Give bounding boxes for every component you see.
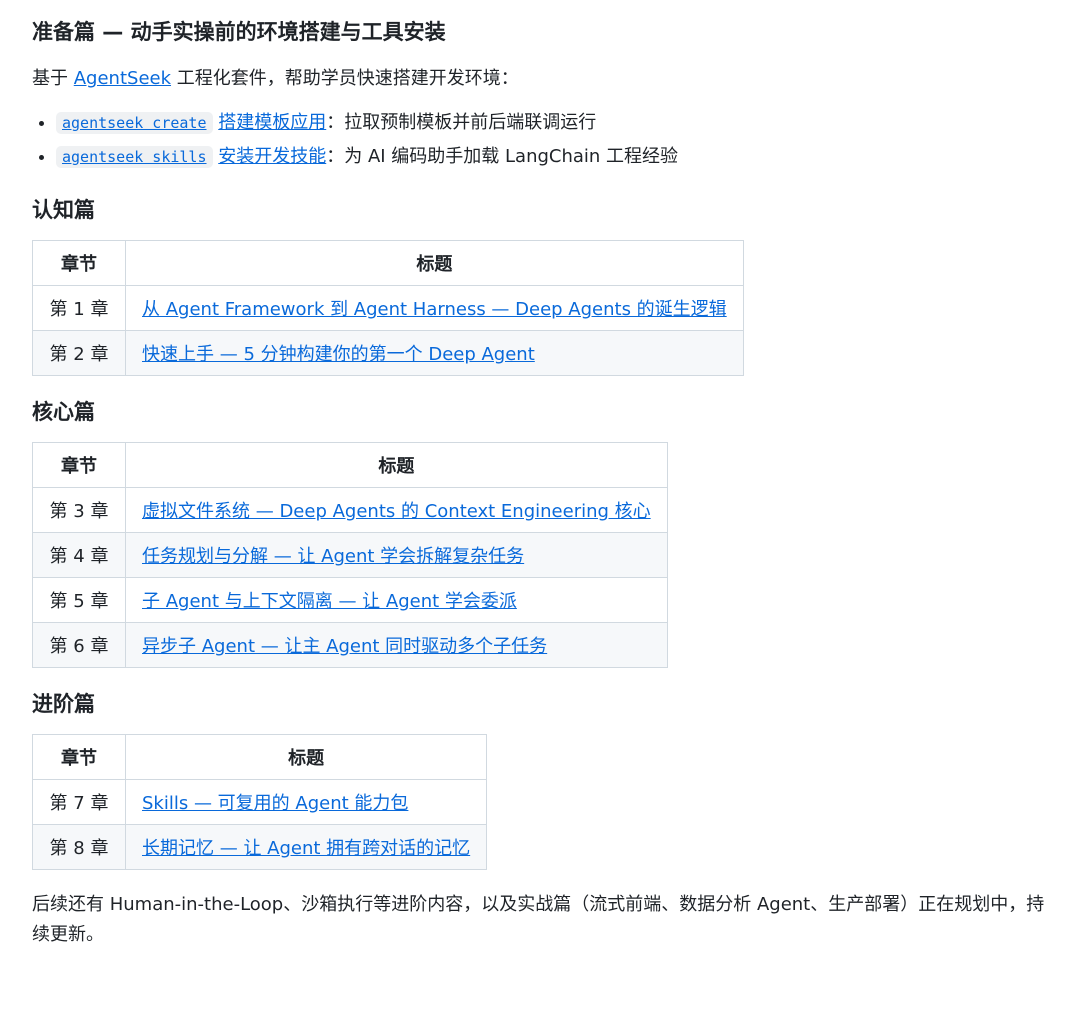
table-row: 第 3 章 虚拟文件系统 — Deep Agents 的 Context Eng… — [32, 487, 668, 533]
chapter-number: 第 4 章 — [32, 532, 126, 578]
build-template-app-link[interactable]: 搭建模板应用 — [218, 112, 326, 133]
chapter-title-link[interactable]: 异步子 Agent — 让主 Agent 同时驱动多个子任务 — [142, 636, 547, 657]
intro-suffix: 工程化套件，帮助学员快速搭建开发环境： — [176, 68, 519, 89]
table-row: 第 7 章 Skills — 可复用的 Agent 能力包 — [32, 779, 488, 825]
section-title-advanced: 进阶篇 — [32, 692, 95, 716]
tools-list: agentseek create 搭建模板应用：拉取预制模板并前后端联调运行 a… — [32, 106, 1048, 174]
list-item: agentseek skills 安装开发技能：为 AI 编码助手加载 Lang… — [56, 140, 1048, 174]
chapter-title-link[interactable]: 虚拟文件系统 — Deep Agents 的 Context Engineeri… — [142, 501, 651, 522]
chapter-title-link[interactable]: 任务规划与分解 — 让 Agent 学会拆解复杂任务 — [142, 546, 524, 567]
intro-prefix: 基于 — [32, 68, 68, 89]
section-title-core: 核心篇 — [32, 400, 95, 424]
chapter-title-link[interactable]: 子 Agent 与上下文隔离 — 让 Agent 学会委派 — [142, 591, 517, 612]
table-row: 第 5 章 子 Agent 与上下文隔离 — 让 Agent 学会委派 — [32, 577, 668, 623]
column-header-title: 标题 — [125, 240, 744, 286]
tool-description: ：拉取预制模板并前后端联调运行 — [326, 112, 597, 133]
agentseek-skills-code-link[interactable]: agentseek skills — [56, 146, 213, 168]
table-row: 第 2 章 快速上手 — 5 分钟构建你的第一个 Deep Agent — [32, 330, 744, 376]
tool-description: ：为 AI 编码助手加载 LangChain 工程经验 — [326, 146, 679, 167]
agentseek-link[interactable]: AgentSeek — [74, 68, 171, 89]
chapter-number: 第 7 章 — [32, 779, 126, 825]
chapter-number: 第 1 章 — [32, 285, 126, 331]
chapter-table-advanced: 章节 标题 第 7 章 Skills — 可复用的 Agent 能力包 第 8 … — [32, 734, 488, 870]
table-row: 第 4 章 任务规划与分解 — 让 Agent 学会拆解复杂任务 — [32, 532, 668, 578]
chapter-number: 第 6 章 — [32, 622, 126, 668]
chapter-number: 第 2 章 — [32, 330, 126, 376]
column-header-chapter: 章节 — [32, 734, 126, 780]
prep-section-title: 准备篇 — 动手实操前的环境搭建与工具安装 — [32, 20, 446, 44]
prep-intro: 基于 AgentSeek 工程化套件，帮助学员快速搭建开发环境： — [32, 64, 1048, 94]
table-row: 第 6 章 异步子 Agent — 让主 Agent 同时驱动多个子任务 — [32, 622, 668, 668]
column-header-chapter: 章节 — [32, 442, 126, 488]
chapter-table-core: 章节 标题 第 3 章 虚拟文件系统 — Deep Agents 的 Conte… — [32, 442, 668, 668]
chapter-title-link[interactable]: 长期记忆 — 让 Agent 拥有跨对话的记忆 — [142, 838, 470, 859]
list-item: agentseek create 搭建模板应用：拉取预制模板并前后端联调运行 — [56, 106, 1048, 140]
chapter-title-link[interactable]: 快速上手 — 5 分钟构建你的第一个 Deep Agent — [142, 344, 535, 365]
install-dev-skills-link[interactable]: 安装开发技能 — [218, 146, 326, 167]
chapter-number: 第 8 章 — [32, 824, 126, 870]
column-header-title: 标题 — [124, 734, 488, 780]
chapter-table-cognition: 章节 标题 第 1 章 从 Agent Framework 到 Agent Ha… — [32, 240, 744, 376]
chapter-number: 第 3 章 — [32, 487, 126, 533]
table-row: 第 8 章 长期记忆 — 让 Agent 拥有跨对话的记忆 — [32, 824, 488, 870]
section-title-cognition: 认知篇 — [32, 198, 95, 222]
outro-paragraph: 后续还有 Human-in-the-Loop、沙箱执行等进阶内容，以及实战篇（流… — [32, 894, 1045, 945]
table-row: 第 1 章 从 Agent Framework 到 Agent Harness … — [32, 285, 744, 331]
chapter-title-link[interactable]: Skills — 可复用的 Agent 能力包 — [142, 793, 408, 814]
column-header-title: 标题 — [125, 442, 668, 488]
chapter-title-link[interactable]: 从 Agent Framework 到 Agent Harness — Deep… — [142, 299, 727, 320]
chapter-number: 第 5 章 — [32, 577, 126, 623]
agentseek-create-code-link[interactable]: agentseek create — [56, 112, 213, 134]
column-header-chapter: 章节 — [32, 240, 126, 286]
document: 准备篇 — 动手实操前的环境搭建与工具安装 基于 AgentSeek 工程化套件… — [0, 0, 1080, 950]
